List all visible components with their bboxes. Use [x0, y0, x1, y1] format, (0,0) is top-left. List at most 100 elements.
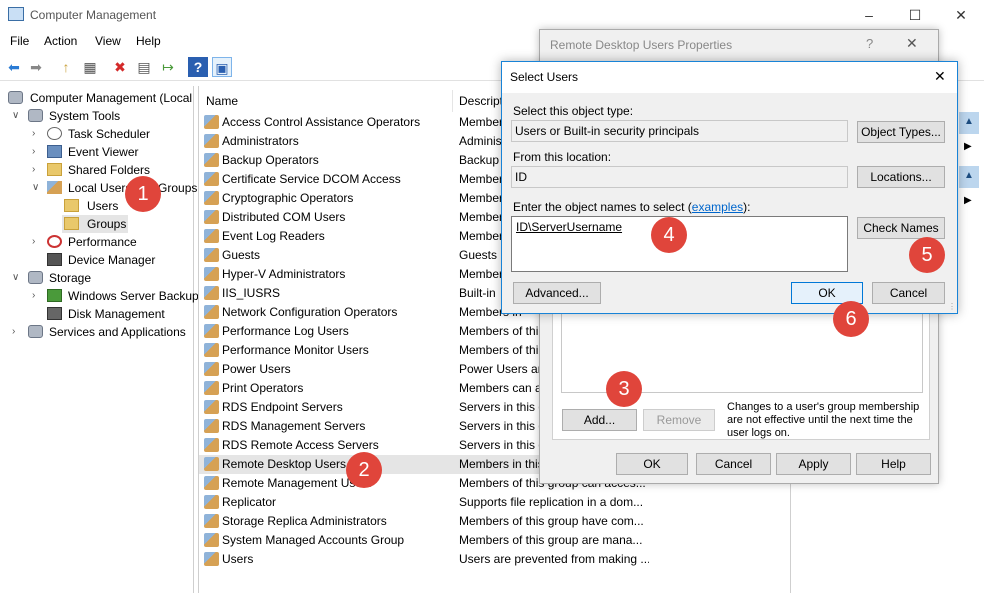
group-icon [204, 286, 219, 300]
close-icon[interactable]: ✕ [934, 68, 946, 85]
table-row[interactable]: Replicator Supports file replication in a… [199, 493, 791, 512]
tree-label: Services and Applications [49, 325, 186, 339]
apply-button[interactable]: Apply [776, 453, 851, 475]
chevron-down-icon[interactable]: ∨ [32, 179, 42, 197]
cancel-button[interactable]: Cancel [696, 453, 771, 475]
column-header-name[interactable]: Name [206, 90, 238, 112]
show-hide-tree-icon[interactable]: ▦ [80, 57, 100, 77]
group-icon [204, 248, 219, 262]
column-header-description[interactable]: Descripti [459, 90, 506, 112]
chevron-right-icon[interactable]: › [32, 161, 42, 179]
group-description: Supports file replication in a dom... [459, 495, 644, 509]
tree-label: Windows Server Backup [68, 289, 199, 303]
tree-label: Users [87, 199, 119, 213]
close-icon[interactable]: ✕ [906, 35, 918, 52]
chevron-right-icon[interactable]: ▶ [964, 195, 972, 206]
group-icon [204, 153, 219, 167]
up-folder-icon[interactable]: ↑ [56, 57, 76, 77]
step-badge-4: 4 [651, 217, 687, 253]
group-icon [204, 476, 219, 490]
remove-button[interactable]: Remove [643, 409, 715, 431]
step-badge-3: 3 [606, 371, 642, 407]
chevron-right-icon[interactable]: › [32, 287, 42, 305]
ok-button[interactable]: OK [616, 453, 688, 475]
locations-button[interactable]: Locations... [857, 166, 945, 188]
resize-grip-icon[interactable]: ⋮ [948, 302, 956, 311]
group-name: RDS Endpoint Servers [222, 400, 343, 414]
properties-dialog-title: Remote Desktop Users Properties [550, 38, 733, 52]
folder-icon [64, 217, 79, 230]
group-name: RDS Management Servers [222, 419, 366, 433]
group-name: Performance Monitor Users [222, 343, 369, 357]
chevron-right-icon[interactable]: › [32, 233, 42, 251]
chevron-right-icon[interactable]: › [12, 323, 22, 341]
group-name: System Managed Accounts Group [222, 533, 405, 547]
tree-label: Storage [49, 271, 92, 285]
add-button[interactable]: Add... [562, 409, 637, 431]
group-name: Users [222, 552, 254, 566]
tools-icon [28, 109, 43, 122]
window-title: Computer Management [30, 8, 157, 22]
group-icon [204, 267, 219, 281]
group-name: IIS_IUSRS [222, 286, 281, 300]
cancel-button[interactable]: Cancel [872, 282, 945, 304]
forward-arrow-icon[interactable]: ➡ [26, 57, 46, 77]
group-icon [204, 552, 219, 566]
group-icon [204, 134, 219, 148]
table-row[interactable]: System Managed Accounts Group Members of … [199, 531, 791, 550]
group-name: Access Control Assistance Operators [222, 115, 421, 129]
tree-item-groups[interactable]: Groups [62, 215, 128, 233]
maximize-button[interactable]: ☐ [892, 0, 938, 31]
group-icon [204, 343, 219, 357]
tree-label: Computer Management (Local [30, 91, 193, 105]
show-action-pane-icon[interactable]: ▣ [212, 57, 232, 77]
group-name: Certificate Service DCOM Access [222, 172, 401, 186]
backup-icon [47, 289, 62, 302]
chevron-down-icon[interactable]: ∨ [12, 269, 22, 287]
properties-icon[interactable]: ▤ [134, 57, 154, 77]
column-separator[interactable] [452, 90, 453, 112]
export-list-icon[interactable]: ↦ [158, 57, 178, 77]
chevron-right-icon[interactable]: ▶ [964, 141, 972, 152]
menu-help[interactable]: Help [136, 34, 161, 48]
group-name: Remote Desktop Users [222, 457, 347, 471]
action-collapse-button[interactable]: ▲ [959, 112, 979, 134]
group-name: Print Operators [222, 381, 304, 395]
action-collapse-button[interactable]: ▲ [959, 166, 979, 188]
group-icon [204, 495, 219, 509]
examples-link[interactable]: examples [692, 200, 743, 214]
table-row[interactable]: Users Users are prevented from making ... [199, 550, 791, 569]
tree-label: Groups [87, 217, 127, 231]
minimize-button[interactable]: – [846, 0, 892, 31]
chevron-down-icon[interactable]: ∨ [12, 107, 22, 125]
computer-icon [8, 91, 23, 104]
object-types-button[interactable]: Object Types... [857, 121, 945, 143]
menu-view[interactable]: View [95, 34, 121, 48]
group-name: Network Configuration Operators [222, 305, 398, 319]
group-icon [204, 305, 219, 319]
menu-action[interactable]: Action [44, 34, 77, 48]
back-arrow-icon[interactable]: ⬅ [4, 57, 24, 77]
close-button[interactable]: ✕ [938, 0, 984, 31]
advanced-button[interactable]: Advanced... [513, 282, 601, 304]
group-name: Performance Log Users [222, 324, 349, 338]
help-action-button[interactable]: Help [856, 453, 931, 475]
group-name: Distributed COM Users [222, 210, 346, 224]
title-bar: Computer Management – ☐ ✕ [0, 0, 984, 31]
device-manager-icon [47, 253, 62, 266]
help-button[interactable]: ? [866, 36, 873, 51]
group-icon [204, 400, 219, 414]
chevron-right-icon[interactable]: › [32, 143, 42, 161]
step-badge-5: 5 [909, 237, 945, 273]
group-name: RDS Remote Access Servers [222, 438, 379, 452]
table-row[interactable]: Storage Replica Administrators Members of… [199, 512, 791, 531]
delete-icon[interactable]: ✖ [110, 57, 130, 77]
menu-file[interactable]: File [10, 34, 29, 48]
chevron-right-icon[interactable]: › [32, 125, 42, 143]
help-icon[interactable]: ? [188, 57, 208, 77]
group-icon [204, 362, 219, 376]
step-badge-6: 6 [833, 301, 869, 337]
check-names-button[interactable]: Check Names [857, 217, 945, 239]
step-badge-1: 1 [125, 176, 161, 212]
group-icon [204, 381, 219, 395]
